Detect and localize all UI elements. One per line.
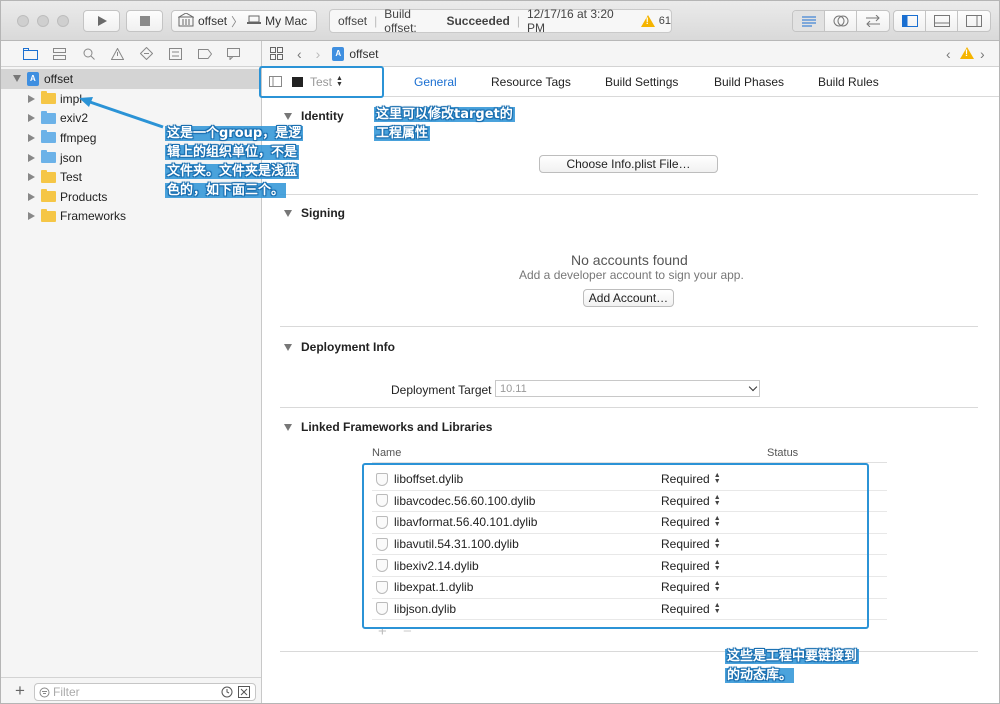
xcode-window: offset 〉 My Mac offset | Build offset: S… xyxy=(0,0,1000,704)
group-note-line: 色的，如下面三个。 xyxy=(165,183,287,198)
target-note-line: 工程属性 xyxy=(374,126,431,141)
libs-note-line: 这些是工程中要链接到 xyxy=(725,649,860,664)
target-note-line: 这里可以修改target的 xyxy=(374,107,515,122)
group-annotation: 这是一个group，是逻 辑上的组织单位，不是 文件夹。文件夹是浅蓝 色的，如下… xyxy=(165,124,304,200)
libs-annotation: 这些是工程中要链接到 的动态库。 xyxy=(725,647,860,685)
target-annotation: 这里可以修改target的 工程属性 xyxy=(374,105,515,143)
group-note-line: 文件夹。文件夹是浅蓝 xyxy=(165,164,300,179)
libs-note-line: 的动态库。 xyxy=(725,668,795,683)
group-note-line: 辑上的组织单位，不是 xyxy=(165,145,300,160)
group-note-line: 这是一个group，是逻 xyxy=(165,126,304,141)
